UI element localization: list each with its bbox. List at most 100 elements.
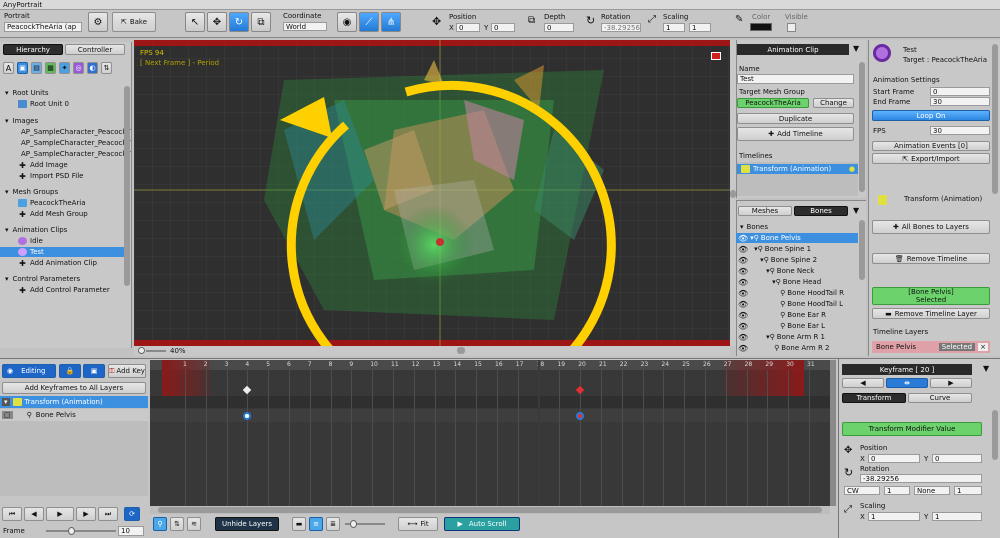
anim-clip-scrollbar[interactable] [859,62,865,192]
coordinate-select[interactable]: World [283,22,327,31]
image-filter-icon[interactable]: ▣ [17,62,28,74]
rotation-field[interactable]: -38.29256 [601,23,641,32]
start-frame-field[interactable]: 0 [930,87,990,96]
rotate-tool-button[interactable]: ↻ [229,12,249,32]
prev-frame-button[interactable]: ◀ [24,507,44,521]
collapse-icon[interactable]: ▾ [2,398,10,406]
snap-keyframe-button[interactable]: ⇼ [886,378,928,388]
hierarchy-scrollbar[interactable] [124,86,130,286]
tab-meshes[interactable]: Meshes [738,206,792,216]
hierarchy-item-image-3[interactable]: AP_SampleCharacter_PeacockT [0,149,131,159]
hierarchy-item-add-mesh-group[interactable]: ✚ Add Mesh Group [0,209,124,219]
hierarchy-item-image-1[interactable]: AP_SampleCharacter_PeacockT [0,127,131,137]
auto-scroll-button[interactable]: ▶ Auto Scroll [444,517,520,531]
kf-scale-y-field[interactable]: 1 [932,512,982,521]
sort-filter-icon[interactable]: ⇅ [101,62,112,74]
eye-icon[interactable]: 👁 [738,234,748,243]
duplicate-button[interactable]: Duplicate [737,113,854,124]
next-frame-button[interactable]: ▶ [76,507,96,521]
bone-item-arm-r-1[interactable]: 👁 ▾⚲ Bone Arm R 1 [736,332,858,342]
none-select[interactable]: None [914,486,950,495]
settings-scrollbar[interactable] [992,44,998,194]
bone-filter-icon[interactable]: ✦ [59,62,70,74]
unhide-layers-button[interactable]: Unhide Layers [215,517,279,531]
animation-events-button[interactable]: Animation Events [0] [872,141,990,151]
timeline-mode-button-3[interactable]: ≋ [187,517,201,531]
timeline-mode-button-1[interactable]: ⚲ [153,517,167,531]
hierarchy-item-image-2[interactable]: AP_SampleCharacter_PeacockT [0,138,131,148]
prev-keyframe-button[interactable]: ◀ [842,378,884,388]
keyframe-diamond[interactable] [243,385,252,395]
hierarchy-item-add-animation-clip[interactable]: ✚ Add Animation Clip [0,258,124,268]
hierarchy-item-idle[interactable]: Idle [0,236,124,246]
remove-timeline-button[interactable]: 🗑 Remove Timeline [872,253,990,264]
portrait-select[interactable]: PeacockTheAria (ap [4,22,82,32]
root-units-expand-icon[interactable]: ▾ [5,89,9,97]
keyframe-diamond[interactable] [575,385,585,395]
kf-rotation-field[interactable]: -38.29256 [860,474,982,483]
animation-clips-expand-icon[interactable]: ▾ [5,226,9,234]
keyframe-scrollbar[interactable] [992,410,998,460]
bone-item-head[interactable]: 👁 ▾⚲ Bone Head [736,277,858,287]
all-bones-to-layers-button[interactable]: ✚ All Bones to Layers [872,220,990,234]
eye-icon[interactable]: 👁 [738,333,748,342]
export-import-button[interactable]: ⇱ Export/Import [872,153,990,164]
close-icon[interactable]: × [978,343,988,351]
tab-curve[interactable]: Curve [908,393,972,403]
end-frame-field[interactable]: 30 [930,97,990,106]
record-icon[interactable] [711,52,721,60]
timeline-zoom-handle[interactable] [350,520,357,528]
timeline-mode-button-2[interactable]: ⇅ [170,517,184,531]
eye-icon[interactable]: 👁 [738,344,748,353]
bone-item-hoodtail-l[interactable]: 👁 ⚲ Bone HoodTail L [736,299,858,309]
hierarchy-item-import-psd[interactable]: ✚ Import PSD File [0,171,124,181]
timeline-bulb-icon[interactable]: ● [849,165,855,173]
frame-slider-track[interactable] [46,530,116,532]
bake-button[interactable]: ⇱ Bake [112,12,156,32]
mesh-filter-icon[interactable]: ▤ [31,62,42,74]
eye-icon[interactable]: 👁 [738,311,748,320]
position-y-field[interactable]: 0 [491,23,515,32]
hierarchy-item-add-control-parameter[interactable]: ✚ Add Control Parameter [0,285,124,295]
first-frame-button[interactable]: ⏮ [2,507,22,521]
add-timeline-button[interactable]: ✚ Add Timeline [737,127,854,141]
visible-checkbox[interactable] [787,23,796,32]
lock-button[interactable]: 🔒 [59,364,81,378]
bone-item-spine-1[interactable]: 👁 ▾⚲ Bone Spine 1 [736,244,858,254]
cw-count-field[interactable]: 1 [884,486,910,495]
eye-icon[interactable]: 👁 [738,245,748,254]
play-button[interactable]: ▶ [46,507,74,521]
keyframe-menu-icon[interactable]: ▼ [983,364,989,373]
hierarchy-item-root-unit[interactable]: Root Unit 0 [0,99,124,109]
playhead[interactable] [538,360,540,506]
none-count-field[interactable]: 1 [954,486,982,495]
eye-icon[interactable]: 👁 [738,256,748,265]
viewport[interactable]: FPS 94 [ Next Frame ] - Period [134,40,730,346]
kf-scale-x-field[interactable]: 1 [868,512,920,521]
bone-view-button[interactable]: ⟋ [359,12,379,32]
eye-icon[interactable]: 👁 [738,267,748,276]
group-filter-icon[interactable]: ▦ [45,62,56,74]
onion-toggle-button[interactable]: ◉ [337,12,357,32]
timeline-v-scroll[interactable] [830,360,836,506]
bone-item-spine-2[interactable]: 👁 ▾⚲ Bone Spine 2 [736,255,858,265]
timeline-item-transform[interactable]: Transform (Animation) ● [737,164,858,174]
tab-transform[interactable]: Transform [842,393,906,403]
mesh-view-button[interactable]: ⋔ [381,12,401,32]
tab-bones[interactable]: Bones [794,206,848,216]
anim-clip-menu-icon[interactable]: ▼ [853,44,859,53]
viewport-h-scroll[interactable] [457,347,465,354]
bones-menu-icon[interactable]: ▼ [853,206,859,215]
eye-icon[interactable]: 👁 [738,278,748,287]
tab-hierarchy[interactable]: Hierarchy [3,44,63,55]
param-filter-icon[interactable]: ◐ [87,62,98,74]
mesh-groups-expand-icon[interactable]: ▾ [5,188,9,196]
next-keyframe-button[interactable]: ▶ [930,378,972,388]
position-x-field[interactable]: 0 [456,23,480,32]
move-tool-button[interactable]: ✥ [207,12,227,32]
remove-timeline-layer-button[interactable]: ▬ Remove Timeline Layer [872,308,990,319]
scale-tool-button[interactable]: ⧉ [251,12,271,32]
images-expand-icon[interactable]: ▾ [5,117,9,125]
fit-button[interactable]: ⟷ Fit [398,517,438,531]
anim-name-field[interactable]: Test [737,74,854,84]
